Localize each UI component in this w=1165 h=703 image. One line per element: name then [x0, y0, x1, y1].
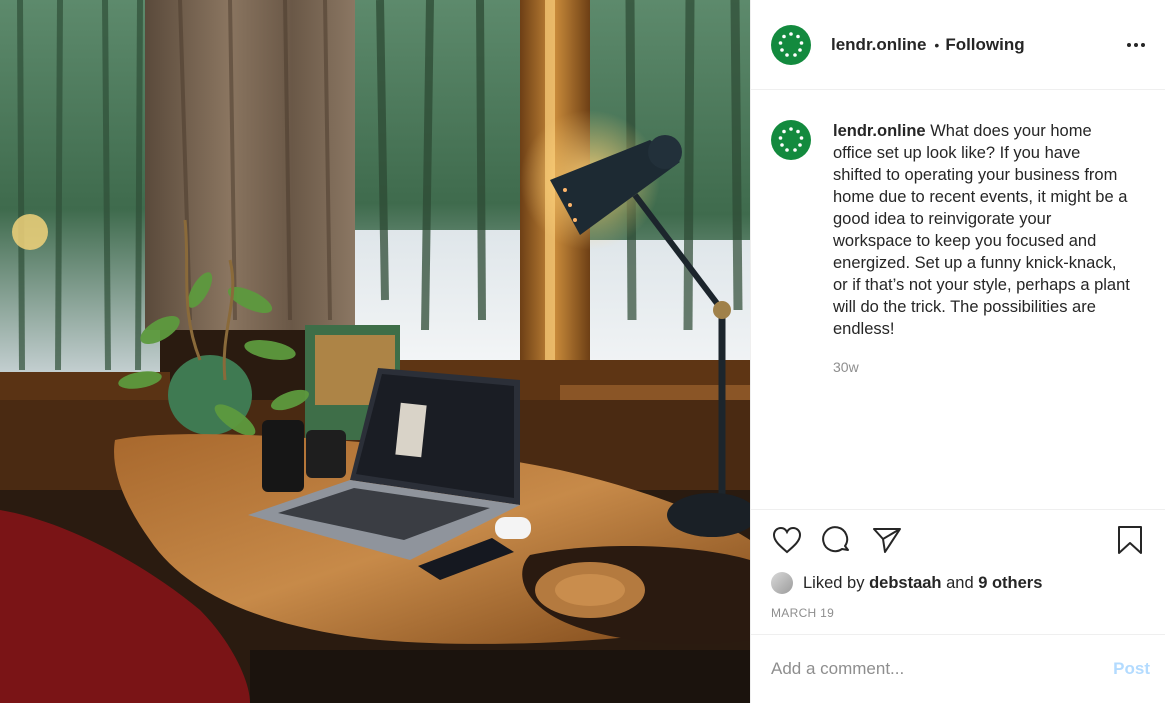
stars-logo-icon	[778, 31, 804, 57]
action-bar	[751, 510, 1165, 570]
post-photo[interactable]	[0, 0, 750, 703]
caption-username-link[interactable]: lendr.online	[833, 122, 926, 140]
post-photo-illustration	[0, 0, 750, 703]
heart-icon[interactable]	[771, 524, 803, 556]
likes-summary: Liked by debstaah and 9 others	[751, 570, 1165, 596]
post-header: lendr.online • Following	[751, 0, 1165, 90]
comment-input[interactable]	[771, 659, 1114, 679]
stars-logo-icon	[778, 127, 804, 152]
liker-avatar[interactable]	[771, 572, 793, 594]
more-options-icon[interactable]	[1127, 37, 1145, 53]
bookmark-icon[interactable]	[1114, 524, 1146, 556]
comment-bar: Post	[751, 634, 1165, 703]
account-avatar[interactable]	[771, 24, 811, 65]
following-button[interactable]: Following	[945, 35, 1024, 55]
caption-avatar[interactable]	[771, 120, 811, 160]
caption-text: What does your home office set up look l…	[833, 122, 1130, 338]
post-comment-button[interactable]: Post	[1113, 659, 1150, 679]
paper-plane-icon[interactable]	[871, 524, 903, 556]
post-actions-section: Liked by debstaah and 9 others MARCH 19	[751, 509, 1165, 620]
liked-by-joiner: and	[946, 573, 974, 592]
comment-bubble-icon[interactable]	[821, 524, 853, 556]
follow-separator: •	[934, 36, 940, 53]
caption-body: lendr.online What does your home office …	[833, 120, 1133, 378]
liker-username-link[interactable]: debstaah	[869, 574, 941, 593]
post-date[interactable]: MARCH 19	[751, 606, 1165, 620]
others-likes-link[interactable]: 9 others	[978, 574, 1042, 593]
account-username-link[interactable]: lendr.online	[831, 35, 926, 55]
liked-by-prefix: Liked by	[803, 573, 865, 592]
post-caption: lendr.online What does your home office …	[771, 120, 1146, 378]
post-sidebar: lendr.online • Following lendr.online Wh…	[750, 0, 1165, 703]
post-age[interactable]: 30w	[833, 356, 1133, 378]
